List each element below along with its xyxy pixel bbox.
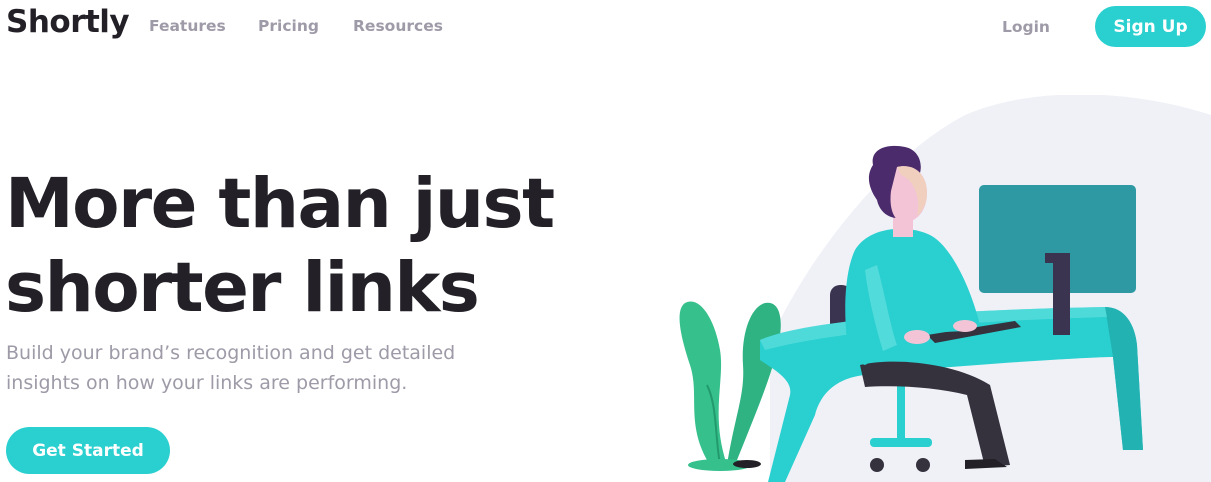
nav-resources-link[interactable]: Resources [353,17,443,35]
hero-headline: More than just shorter links [5,162,645,330]
signup-button[interactable]: Sign Up [1095,6,1206,47]
hero-headline-line-1: More than just [5,164,555,244]
plant-icon [679,301,781,471]
nav-pricing-link[interactable]: Pricing [258,17,319,35]
get-started-button[interactable]: Get Started [6,427,170,474]
hero-headline-line-2: shorter links [5,248,480,328]
hero-subtext: Build your brand’s recognition and get d… [6,342,456,394]
login-link[interactable]: Login [1002,18,1050,36]
logo[interactable]: Shortly [6,4,130,40]
nav-features-link[interactable]: Features [149,17,226,35]
person-working-illustration [679,95,1211,482]
